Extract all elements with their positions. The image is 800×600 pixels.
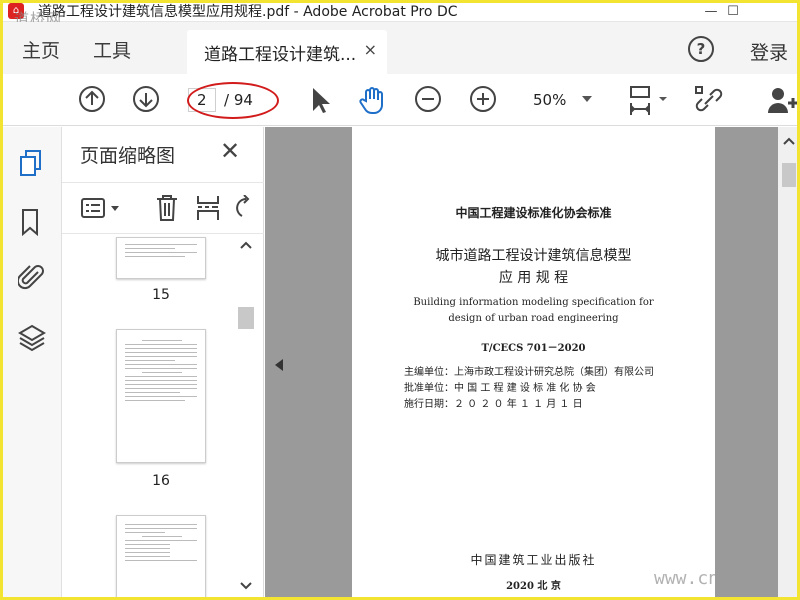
doc-title-line2: 应 用 规 程: [498, 270, 569, 286]
left-rail: [0, 127, 62, 600]
menu-tools[interactable]: 工具: [93, 36, 131, 63]
next-page-icon[interactable]: [132, 85, 160, 113]
thumbnail-panel: 页面缩略图 ✕ 15 16: [62, 127, 264, 600]
document-tab[interactable]: 道路工程设计建筑... ×: [187, 30, 387, 74]
delete-page-icon[interactable]: [154, 193, 180, 223]
panel-title: 页面缩略图: [80, 145, 176, 167]
toolbar: 2 / 94 50%: [0, 74, 800, 126]
zoom-level[interactable]: 50%: [533, 91, 566, 109]
menu-home[interactable]: 主页: [22, 36, 60, 63]
bookmark-icon[interactable]: [18, 207, 44, 237]
hand-tool-icon[interactable]: [358, 85, 390, 117]
share-link-icon[interactable]: [694, 85, 724, 115]
help-icon[interactable]: ?: [688, 36, 714, 62]
chevron-down-icon[interactable]: [240, 582, 252, 590]
doc-editor-unit: 主编单位：上海市政工程设计研究总院（集团）有限公司: [404, 367, 654, 378]
title-bar: ⌂ 道路工程设计建筑信息模型应用规程.pdf - Adobe Acrobat P…: [0, 0, 800, 22]
doc-english-line1: Building information modeling specificat…: [413, 297, 654, 308]
page-thumbnails-icon[interactable]: [18, 149, 44, 179]
document-scroll-thumb[interactable]: [782, 163, 796, 187]
layers-icon[interactable]: [18, 323, 46, 353]
highlight-oval: [187, 82, 279, 119]
share-user-icon[interactable]: [768, 85, 800, 115]
document-area[interactable]: 中国工程建设标准化协会标准 城市道路工程设计建筑信息模型 应 用 规 程 Bui…: [265, 127, 800, 600]
select-cursor-icon[interactable]: [308, 85, 332, 115]
zoom-out-icon[interactable]: [414, 85, 442, 113]
document-tab-label: 道路工程设计建筑...: [204, 44, 357, 65]
window-title: 道路工程设计建筑信息模型应用规程.pdf - Adobe Acrobat Pro…: [38, 3, 458, 20]
document-scrollbar[interactable]: [778, 127, 800, 600]
doc-publisher: 中国建筑工业出版社: [470, 553, 597, 567]
thumbnail-scroll-thumb[interactable]: [238, 307, 254, 329]
doc-code: T/CECS 701－2020: [481, 343, 586, 354]
thumbnail-label-16: 16: [152, 473, 170, 489]
extract-page-icon[interactable]: [195, 193, 221, 223]
doc-title-line1: 城市道路工程设计建筑信息模型: [435, 248, 632, 264]
rotate-page-icon[interactable]: [232, 195, 252, 221]
doc-approval-unit: 批准单位：中 国 工 程 建 设 标 准 化 协 会: [404, 383, 596, 394]
menu-bar: 主页 工具 道路工程设计建筑... × ? 登录: [0, 22, 800, 74]
chevron-down-icon[interactable]: [582, 96, 592, 102]
zoom-in-icon[interactable]: [469, 85, 497, 113]
close-icon[interactable]: ✕: [220, 137, 240, 165]
tab-close-icon[interactable]: ×: [364, 40, 377, 59]
collapse-panel-icon[interactable]: [275, 359, 283, 371]
attachment-icon[interactable]: [18, 263, 46, 293]
document-page: 中国工程建设标准化协会标准 城市道路工程设计建筑信息模型 应 用 规 程 Bui…: [352, 127, 715, 600]
watermark-bottom: www.cn: [654, 568, 720, 589]
thumbnail-options-icon[interactable]: [80, 197, 124, 221]
maximize-button[interactable]: ☐: [716, 0, 750, 22]
chevron-up-icon[interactable]: [240, 241, 252, 249]
chevron-up-icon[interactable]: [783, 137, 795, 145]
thumbnail-page-16[interactable]: [116, 329, 206, 463]
previous-page-icon[interactable]: [78, 85, 106, 113]
doc-header: 中国工程建设标准化协会标准: [455, 206, 612, 220]
panel-toolbar: [62, 182, 264, 234]
fit-page-icon[interactable]: [628, 85, 670, 117]
thumbnail-scrollbar[interactable]: [236, 237, 254, 600]
thumbnail-label-15: 15: [152, 287, 170, 303]
doc-english-line2: design of urban road engineering: [448, 313, 619, 324]
login-button[interactable]: 登录: [750, 38, 788, 65]
thumbnail-page-17[interactable]: [116, 515, 206, 600]
doc-effective-date: 施行日期：２ ０ ２ ０ 年 １ １ 月 １ 日: [404, 399, 583, 410]
thumbnail-page-15[interactable]: [116, 237, 206, 279]
